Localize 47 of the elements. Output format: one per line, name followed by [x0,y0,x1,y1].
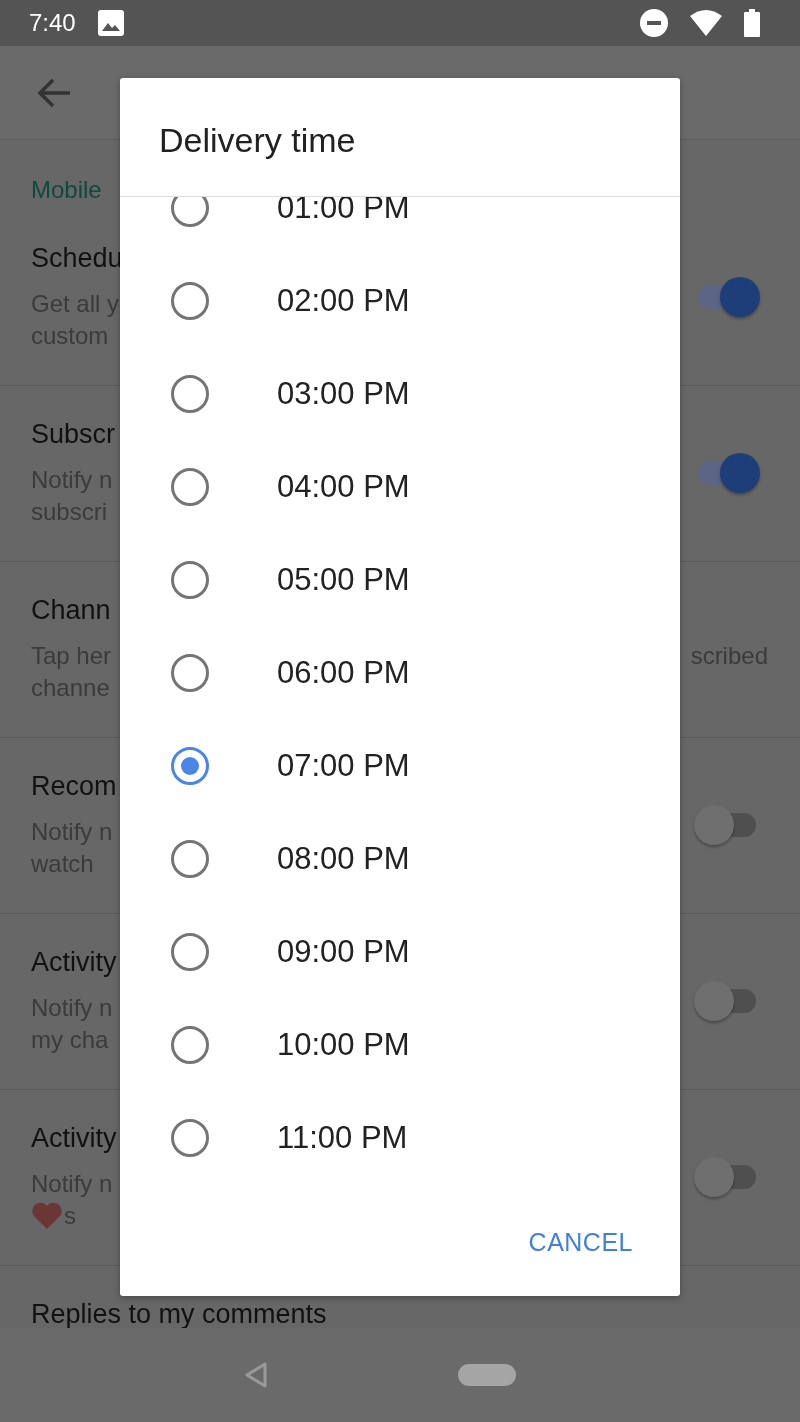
cancel-button[interactable]: CANCEL [513,1217,648,1267]
option-label: 03:00 PM [277,375,410,412]
radio-button[interactable] [171,560,209,599]
time-option[interactable]: 02:00 PM [120,254,680,347]
option-label: 11:00 PM [277,1119,408,1156]
option-label: 10:00 PM [277,1026,410,1063]
setting-title: Replies to my comments [31,1302,327,1327]
option-label: 06:00 PM [277,654,410,691]
option-label: 09:00 PM [277,933,410,970]
setting-title: Activity [31,1126,117,1151]
section-header: Mobile [31,176,102,203]
time-option[interactable]: 08:00 PM [120,812,680,905]
time-option[interactable]: 05:00 PM [120,533,680,626]
time-option[interactable]: 03:00 PM [120,347,680,440]
radio-button[interactable] [171,653,209,692]
radio-button[interactable] [171,467,209,506]
time-option[interactable]: 09:00 PM [120,905,680,998]
image-icon [97,10,124,36]
time-option[interactable]: 10:00 PM [120,998,680,1091]
time-option[interactable]: 11:00 PM [120,1091,680,1184]
wifi-icon [690,10,722,36]
radio-button[interactable] [171,281,209,320]
radio-button[interactable] [171,1118,209,1157]
clock-time: 7:40 [29,9,76,37]
setting-title: Schedu [31,246,123,271]
dialog-title: Delivery time [159,121,356,159]
time-option[interactable]: 07:00 PM [120,719,680,812]
option-label: 07:00 PM [277,747,410,784]
setting-title: Recom [31,774,117,799]
option-label: 08:00 PM [277,840,410,877]
radio-button[interactable] [171,1025,209,1064]
battery-icon [744,9,760,37]
radio-button[interactable] [171,839,209,878]
radio-button[interactable] [171,932,209,971]
option-label: 05:00 PM [277,561,410,598]
do-not-disturb-icon [640,9,668,37]
time-option[interactable]: 04:00 PM [120,440,680,533]
radio-button[interactable] [171,374,209,413]
radio-button[interactable] [171,746,209,785]
setting-title: Activity [31,950,117,975]
setting-title: Subscr [31,422,116,447]
radio-button[interactable] [171,197,209,227]
back-arrow-icon[interactable] [38,77,72,108]
option-label: 02:00 PM [277,282,410,319]
time-option[interactable]: 06:00 PM [120,626,680,719]
option-label: 04:00 PM [277,468,410,505]
setting-title: Chann [31,598,111,623]
